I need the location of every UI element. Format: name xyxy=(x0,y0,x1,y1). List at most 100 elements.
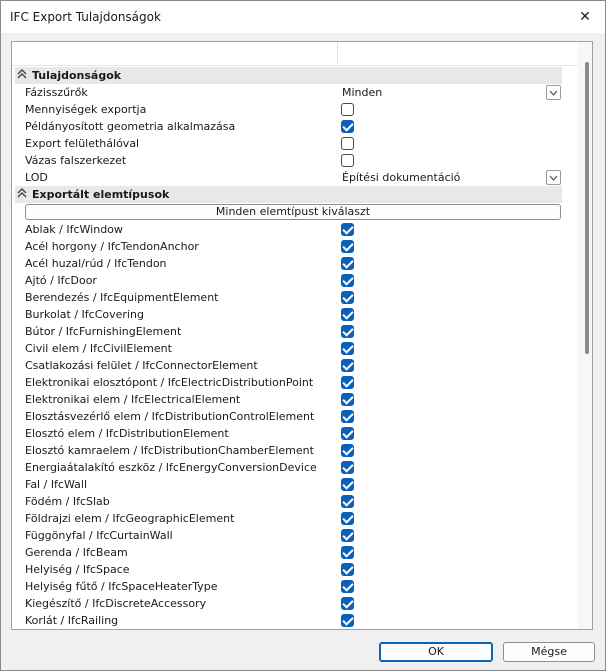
element-type-row: Acél horgony / IfcTendonAnchor xyxy=(25,238,562,255)
element-type-label: Helyiség fűtő / IfcSpaceHeaterType xyxy=(25,580,218,593)
element-type-row: Ablak / IfcWindow xyxy=(25,221,562,238)
phase-filter-value[interactable]: Minden xyxy=(342,86,382,99)
ok-button[interactable]: OK xyxy=(379,642,493,662)
element-type-label: Elektronikai elosztópont / IfcElectricDi… xyxy=(25,376,314,389)
element-type-checkbox[interactable] xyxy=(341,478,354,491)
surface-mesh-checkbox[interactable] xyxy=(341,137,354,150)
element-type-label: Acél horgony / IfcTendonAnchor xyxy=(25,240,199,253)
element-type-checkbox[interactable] xyxy=(341,223,354,236)
element-type-checkbox[interactable] xyxy=(341,274,354,287)
element-type-label: Fal / IfcWall xyxy=(25,478,88,491)
element-type-checkbox[interactable] xyxy=(341,580,354,593)
element-type-row: Fal / IfcWall xyxy=(25,476,562,493)
quantities-export-checkbox[interactable] xyxy=(341,103,354,116)
element-type-label: Elosztó kamraelem / IfcDistributionChamb… xyxy=(25,444,314,457)
close-icon[interactable]: ✕ xyxy=(575,7,595,27)
wireframe-walls-label: Vázas falszerkezet xyxy=(25,154,127,167)
element-type-row: Helyiség / IfcSpace xyxy=(25,561,562,578)
select-all-element-types-button[interactable]: Minden elemtípust kiválaszt xyxy=(25,204,561,220)
element-type-row: Elektronikai elosztópont / IfcElectricDi… xyxy=(25,374,562,391)
element-type-label: Korlát / IfcRailing xyxy=(25,614,119,627)
element-type-label: Ablak / IfcWindow xyxy=(25,223,123,236)
element-type-row: Földrajzi elem / IfcGeographicElement xyxy=(25,510,562,527)
element-type-checkbox[interactable] xyxy=(341,393,354,406)
element-type-label: Bútor / IfcFurnishingElement xyxy=(25,325,182,338)
element-type-checkbox[interactable] xyxy=(341,495,354,508)
window-title: IFC Export Tulajdonságok xyxy=(10,10,161,24)
lod-label: LOD xyxy=(25,171,48,184)
section-title: Tulajdonságok xyxy=(32,69,122,82)
element-type-checkbox[interactable] xyxy=(341,427,354,440)
element-type-label: Energiaátalakító eszköz / IfcEnergyConve… xyxy=(25,461,317,474)
element-type-row: Födém / IfcSlab xyxy=(25,493,562,510)
element-type-checkbox[interactable] xyxy=(341,359,354,372)
element-type-row: Korlát / IfcRailing xyxy=(25,612,562,629)
element-type-row: Elosztó elem / IfcDistributionElement xyxy=(25,425,562,442)
element-type-checkbox[interactable] xyxy=(341,597,354,610)
cancel-button[interactable]: Mégse xyxy=(503,642,595,662)
double-chevron-up-icon[interactable] xyxy=(17,68,27,83)
element-type-checkbox[interactable] xyxy=(341,410,354,423)
element-type-label: Acél huzal/rúd / IfcTendon xyxy=(25,257,167,270)
ifc-export-dialog: IFC Export Tulajdonságok ✕ Tulajdonságok… xyxy=(0,0,606,671)
element-type-row: Helyiség fűtő / IfcSpaceHeaterType xyxy=(25,578,562,595)
element-type-label: Elosztásvezérlő elem / IfcDistributionCo… xyxy=(25,410,315,423)
scrollbar-thumb[interactable] xyxy=(585,62,589,354)
element-type-row: Bútor / IfcFurnishingElement xyxy=(25,323,562,340)
element-type-checkbox[interactable] xyxy=(341,291,354,304)
element-type-checkbox[interactable] xyxy=(341,444,354,457)
chevron-down-icon[interactable] xyxy=(546,170,561,185)
element-type-checkbox[interactable] xyxy=(341,325,354,338)
element-type-checkbox[interactable] xyxy=(341,461,354,474)
double-chevron-up-icon[interactable] xyxy=(17,187,27,202)
element-type-checkbox[interactable] xyxy=(341,546,354,559)
element-type-checkbox[interactable] xyxy=(341,529,354,542)
element-type-checkbox[interactable] xyxy=(341,240,354,253)
element-type-checkbox[interactable] xyxy=(341,512,354,525)
grid-header xyxy=(12,42,578,66)
lod-row: LOD Építési dokumentáció xyxy=(25,169,562,186)
element-type-row: Elektronikai elem / IfcElectricalElement xyxy=(25,391,562,408)
element-type-row: Kiegészítő / IfcDiscreteAccessory xyxy=(25,595,562,612)
title-bar[interactable]: IFC Export Tulajdonságok ✕ xyxy=(1,1,605,33)
element-type-checkbox[interactable] xyxy=(341,614,354,627)
element-type-row: Energiaátalakító eszköz / IfcEnergyConve… xyxy=(25,459,562,476)
quantities-export-row: Mennyiségek exportja xyxy=(25,101,562,118)
element-type-label: Helyiség / IfcSpace xyxy=(25,563,130,576)
element-type-label: Burkolat / IfcCovering xyxy=(25,308,144,321)
element-type-label: Berendezés / IfcEquipmentElement xyxy=(25,291,219,304)
quantities-export-label: Mennyiségek exportja xyxy=(25,103,147,116)
element-type-label: Gerenda / IfcBeam xyxy=(25,546,128,559)
column-divider[interactable] xyxy=(337,42,338,66)
instanced-geometry-label: Példányosított geometria alkalmazása xyxy=(25,120,236,133)
element-type-checkbox[interactable] xyxy=(341,376,354,389)
element-type-label: Födém / IfcSlab xyxy=(25,495,110,508)
property-grid: Tulajdonságok Fázisszűrők Minden Mennyis… xyxy=(11,41,593,630)
element-type-checkbox[interactable] xyxy=(341,563,354,576)
element-type-checkbox[interactable] xyxy=(341,257,354,270)
section-title: Exportált elemtípusok xyxy=(32,188,170,201)
instanced-geometry-checkbox[interactable] xyxy=(341,120,354,133)
element-type-row: Elosztásvezérlő elem / IfcDistributionCo… xyxy=(25,408,562,425)
element-type-label: Elosztó elem / IfcDistributionElement xyxy=(25,427,229,440)
chevron-down-icon[interactable] xyxy=(546,85,561,100)
section-element-types[interactable]: Exportált elemtípusok xyxy=(15,186,562,203)
element-type-row: Burkolat / IfcCovering xyxy=(25,306,562,323)
element-type-row: Civil elem / IfcCivilElement xyxy=(25,340,562,357)
element-type-row: Függönyfal / IfcCurtainWall xyxy=(25,527,562,544)
element-type-label: Elektronikai elem / IfcElectricalElement xyxy=(25,393,241,406)
instanced-geometry-row: Példányosított geometria alkalmazása xyxy=(25,118,562,135)
element-type-checkbox[interactable] xyxy=(341,342,354,355)
vertical-scrollbar[interactable] xyxy=(578,42,592,629)
surface-mesh-row: Export felülethálóval xyxy=(25,135,562,152)
surface-mesh-label: Export felülethálóval xyxy=(25,137,140,150)
element-type-checkbox[interactable] xyxy=(341,308,354,321)
element-type-label: Függönyfal / IfcCurtainWall xyxy=(25,529,173,542)
lod-value[interactable]: Építési dokumentáció xyxy=(342,171,460,184)
element-type-label: Földrajzi elem / IfcGeographicElement xyxy=(25,512,235,525)
phase-filter-label: Fázisszűrők xyxy=(25,86,88,99)
element-type-label: Kiegészítő / IfcDiscreteAccessory xyxy=(25,597,207,610)
wireframe-walls-row: Vázas falszerkezet xyxy=(25,152,562,169)
wireframe-walls-checkbox[interactable] xyxy=(341,154,354,167)
section-properties[interactable]: Tulajdonságok xyxy=(15,67,562,84)
